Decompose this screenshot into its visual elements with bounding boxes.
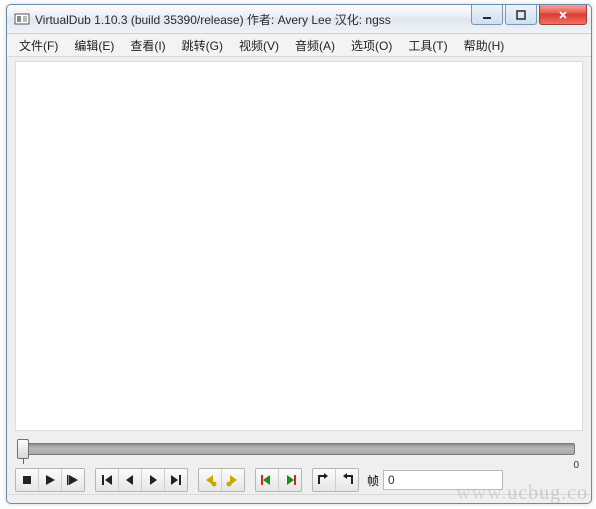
prev-scene-button[interactable] [256,469,279,491]
mark-in-button[interactable] [313,469,336,491]
status-bar [8,494,590,502]
transport-toolbar: 帧 0 [15,467,583,493]
step-forward-button[interactable] [142,469,165,491]
menubar: 文件(F) 编辑(E) 查看(I) 跳转(G) 视频(V) 音频(A) 选项(O… [7,34,591,57]
frame-indicator: 帧 0 [367,470,503,490]
window-title: VirtualDub 1.10.3 (build 35390/release) … [35,11,391,28]
maximize-button[interactable] [505,5,537,25]
step-back-button[interactable] [119,469,142,491]
minimize-button[interactable] [471,5,503,25]
timeline-track[interactable] [23,443,575,455]
prev-keyframe-button[interactable] [199,469,222,491]
video-pane [15,61,583,431]
titlebar[interactable]: VirtualDub 1.10.3 (build 35390/release) … [7,5,591,34]
desktop: VirtualDub 1.10.3 (build 35390/release) … [0,0,596,509]
stop-button[interactable] [16,469,39,491]
mark-out-button[interactable] [336,469,358,491]
timeline-thumb[interactable] [17,439,29,459]
frame-field[interactable]: 0 [383,470,503,490]
menu-view[interactable]: 查看(I) [122,34,173,56]
menu-edit[interactable]: 编辑(E) [66,34,122,56]
menu-file[interactable]: 文件(F) [11,34,66,56]
window-buttons [471,5,587,25]
menu-go[interactable]: 跳转(G) [174,34,231,56]
menu-tools[interactable]: 工具(T) [400,34,455,56]
play-output-button[interactable] [62,469,84,491]
menu-help[interactable]: 帮助(H) [456,34,513,56]
menu-video[interactable]: 视频(V) [231,34,287,56]
app-window: VirtualDub 1.10.3 (build 35390/release) … [6,4,592,504]
timeline-tick [23,458,24,464]
next-scene-button[interactable] [279,469,301,491]
go-start-button[interactable] [96,469,119,491]
timeline-scrubber[interactable]: 0 [17,439,581,461]
menu-audio[interactable]: 音频(A) [287,34,343,56]
play-input-button[interactable] [39,469,62,491]
frame-label: 帧 [367,472,379,489]
app-icon [14,11,30,27]
frame-value: 0 [388,473,395,487]
close-button[interactable] [539,5,587,25]
go-end-button[interactable] [165,469,187,491]
menu-options[interactable]: 选项(O) [343,34,400,56]
next-keyframe-button[interactable] [222,469,244,491]
